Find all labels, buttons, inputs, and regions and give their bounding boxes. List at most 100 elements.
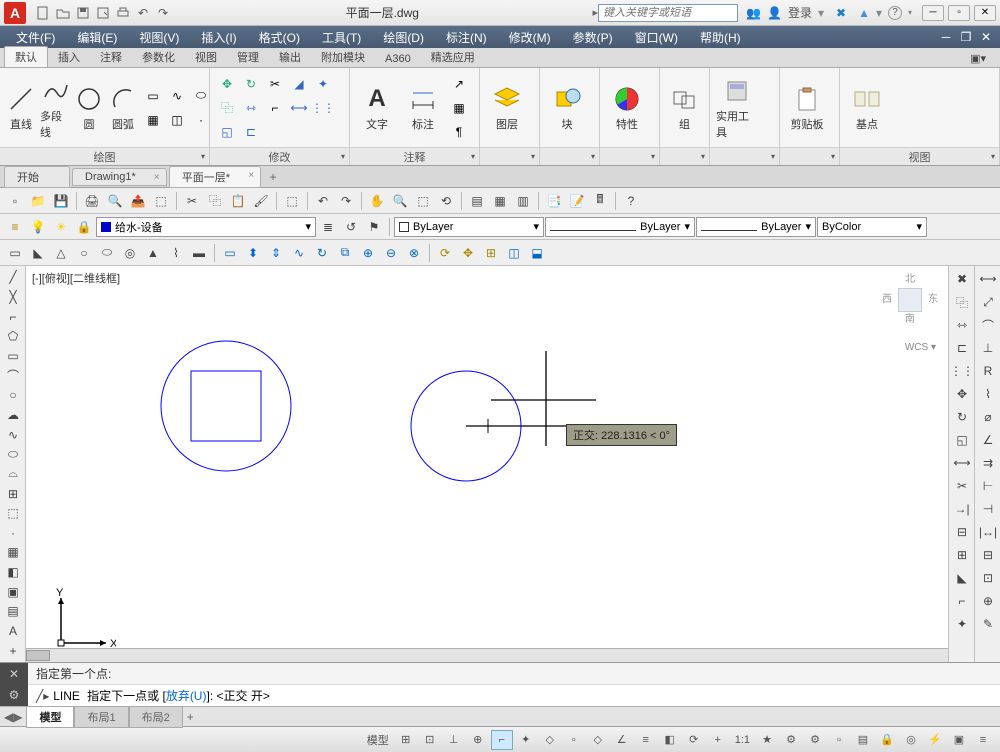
layout-next-icon[interactable]: ▶ bbox=[13, 710, 22, 724]
dimbreak-icon[interactable]: ⊟ bbox=[977, 544, 999, 566]
publish-icon[interactable]: 📤 bbox=[127, 190, 149, 212]
open-icon[interactable]: 📁 bbox=[27, 190, 49, 212]
cut-icon[interactable]: ✂ bbox=[181, 190, 203, 212]
layerprops-icon[interactable]: ≡ bbox=[4, 216, 26, 238]
ribbon-tab-featured[interactable]: 精选应用 bbox=[421, 47, 485, 67]
union-icon[interactable]: ⊕ bbox=[357, 242, 379, 264]
ribbon-tab-insert[interactable]: 插入 bbox=[48, 47, 90, 67]
sweep-icon[interactable]: ∿ bbox=[288, 242, 310, 264]
matchprop-icon[interactable]: 🖌 bbox=[250, 190, 272, 212]
toolpalette-icon[interactable]: ▥ bbox=[512, 190, 534, 212]
copy-icon[interactable]: ⿻ bbox=[951, 291, 973, 313]
qat-open-icon[interactable] bbox=[54, 4, 72, 22]
mirror-icon[interactable]: ⇿ bbox=[240, 97, 262, 119]
dimcont-icon[interactable]: ⊣ bbox=[977, 498, 999, 520]
layeron-icon[interactable]: 💡 bbox=[27, 216, 49, 238]
doc-tab-drawing1[interactable]: Drawing1*× bbox=[72, 168, 167, 186]
move-icon[interactable]: ✥ bbox=[951, 383, 973, 405]
model-space-button[interactable]: 模型 bbox=[363, 732, 393, 748]
annovis-icon[interactable]: ★ bbox=[756, 730, 778, 750]
ellipse-icon[interactable]: ⬭ bbox=[190, 85, 212, 107]
layout-tab-1[interactable]: 布局1 bbox=[74, 706, 128, 728]
addselected-icon[interactable]: + bbox=[2, 641, 24, 660]
menu-help[interactable]: 帮助(H) bbox=[690, 27, 751, 48]
menu-format[interactable]: 格式(O) bbox=[249, 27, 310, 48]
qat-print-icon[interactable] bbox=[114, 4, 132, 22]
workspace-icon[interactable]: ⚙ bbox=[804, 730, 826, 750]
bhatch-icon[interactable]: ▦ bbox=[2, 543, 24, 562]
minimize-button[interactable]: ─ bbox=[922, 5, 944, 21]
scroll-thumb[interactable] bbox=[26, 650, 50, 661]
zoomwin-icon[interactable]: ⬚ bbox=[412, 190, 434, 212]
dimang-icon[interactable]: ∠ bbox=[977, 429, 999, 451]
arc-button[interactable]: 圆弧 bbox=[108, 84, 138, 132]
ribbon-tab-view[interactable]: 视图 bbox=[185, 47, 227, 67]
3dprint-icon[interactable]: ⬚ bbox=[150, 190, 172, 212]
hatch-icon[interactable]: ▦ bbox=[142, 109, 164, 131]
dimedit-icon[interactable]: ✎ bbox=[977, 613, 999, 635]
polygon-icon[interactable]: ⬠ bbox=[2, 327, 24, 346]
makeblock-icon[interactable]: ⬚ bbox=[2, 504, 24, 523]
dimlin-icon[interactable]: ⟷ bbox=[977, 268, 999, 290]
app-icon[interactable]: A bbox=[4, 2, 26, 24]
explode-icon[interactable]: ✦ bbox=[951, 613, 973, 635]
menu-param[interactable]: 参数(P) bbox=[563, 27, 623, 48]
utilities-button[interactable]: 实用工具 bbox=[716, 76, 758, 140]
transparency-icon[interactable]: ◧ bbox=[659, 730, 681, 750]
designcenter-icon[interactable]: ▦ bbox=[489, 190, 511, 212]
menu-window[interactable]: 窗口(W) bbox=[625, 27, 688, 48]
presspull-icon[interactable]: ⇕ bbox=[265, 242, 287, 264]
region-icon[interactable]: ▣ bbox=[2, 582, 24, 601]
doc-tab-start[interactable]: 开始 bbox=[4, 166, 70, 188]
spline-icon[interactable]: ∿ bbox=[2, 425, 24, 444]
color-dropdown[interactable]: ByLayer▾ bbox=[394, 217, 544, 237]
cleanscreen-icon[interactable]: ▣ bbox=[948, 730, 970, 750]
autoscale-icon[interactable]: ⚙ bbox=[780, 730, 802, 750]
intersect-icon[interactable]: ⊗ bbox=[403, 242, 425, 264]
ribbon-tab-manage[interactable]: 管理 bbox=[227, 47, 269, 67]
annoscale-label[interactable]: 1:1 bbox=[731, 734, 754, 746]
slice-icon[interactable]: ⬓ bbox=[526, 242, 548, 264]
quickcalc-icon[interactable]: 🖩 bbox=[589, 190, 611, 212]
qat-new-icon[interactable] bbox=[34, 4, 52, 22]
extrude-icon[interactable]: ⬍ bbox=[242, 242, 264, 264]
stretch-icon[interactable]: ⟷ bbox=[288, 97, 310, 119]
region-icon[interactable]: ◫ bbox=[166, 109, 188, 131]
ellipse-icon[interactable]: ⬭ bbox=[2, 445, 24, 464]
insert-icon[interactable]: ⊞ bbox=[2, 484, 24, 503]
rotate-icon[interactable]: ↻ bbox=[240, 73, 262, 95]
layer-dropdown[interactable]: 给水-设备 ▾ bbox=[96, 217, 316, 237]
units-icon[interactable]: ▫ bbox=[828, 730, 850, 750]
save-icon[interactable]: 💾 bbox=[50, 190, 72, 212]
line-button[interactable]: 直线 bbox=[6, 84, 36, 132]
move-icon[interactable]: ✥ bbox=[216, 73, 238, 95]
layermgr-icon[interactable]: ≣ bbox=[317, 216, 339, 238]
pan-icon[interactable]: ✋ bbox=[366, 190, 388, 212]
properties-icon[interactable]: ▤ bbox=[466, 190, 488, 212]
point-icon[interactable]: · bbox=[2, 524, 24, 543]
cone-icon[interactable]: △ bbox=[50, 242, 72, 264]
otrack-icon[interactable]: ∠ bbox=[611, 730, 633, 750]
lwt-icon[interactable]: ≡ bbox=[635, 730, 657, 750]
3dmove-icon[interactable]: ✥ bbox=[457, 242, 479, 264]
mirror-icon[interactable]: ⇿ bbox=[951, 314, 973, 336]
panel-block-label[interactable] bbox=[540, 147, 599, 165]
revolve-icon[interactable]: ↻ bbox=[311, 242, 333, 264]
cycling-icon[interactable]: ⟳ bbox=[683, 730, 705, 750]
panel-layer-label[interactable] bbox=[480, 147, 539, 165]
array-icon[interactable]: ⋮⋮ bbox=[312, 97, 334, 119]
hardware-icon[interactable]: ⚡ bbox=[924, 730, 946, 750]
help-icon[interactable]: ? bbox=[888, 6, 902, 20]
snap-icon[interactable]: ⊡ bbox=[419, 730, 441, 750]
preview-icon[interactable]: 🔍 bbox=[104, 190, 126, 212]
menu-edit[interactable]: 编辑(E) bbox=[67, 27, 127, 48]
close-icon[interactable]: × bbox=[154, 172, 160, 183]
block-button[interactable]: 块 bbox=[546, 84, 588, 132]
isolate-icon[interactable]: ◎ bbox=[900, 730, 922, 750]
plotstyle-dropdown[interactable]: ByColor▾ bbox=[817, 217, 927, 237]
layerstate-icon[interactable]: ⚑ bbox=[363, 216, 385, 238]
line-icon[interactable]: ╱ bbox=[2, 268, 24, 287]
zoomprev-icon[interactable]: ⟲ bbox=[435, 190, 457, 212]
lineweight-dropdown[interactable]: ByLayer▾ bbox=[696, 217, 816, 237]
layerfreeze-icon[interactable]: ☀ bbox=[50, 216, 72, 238]
